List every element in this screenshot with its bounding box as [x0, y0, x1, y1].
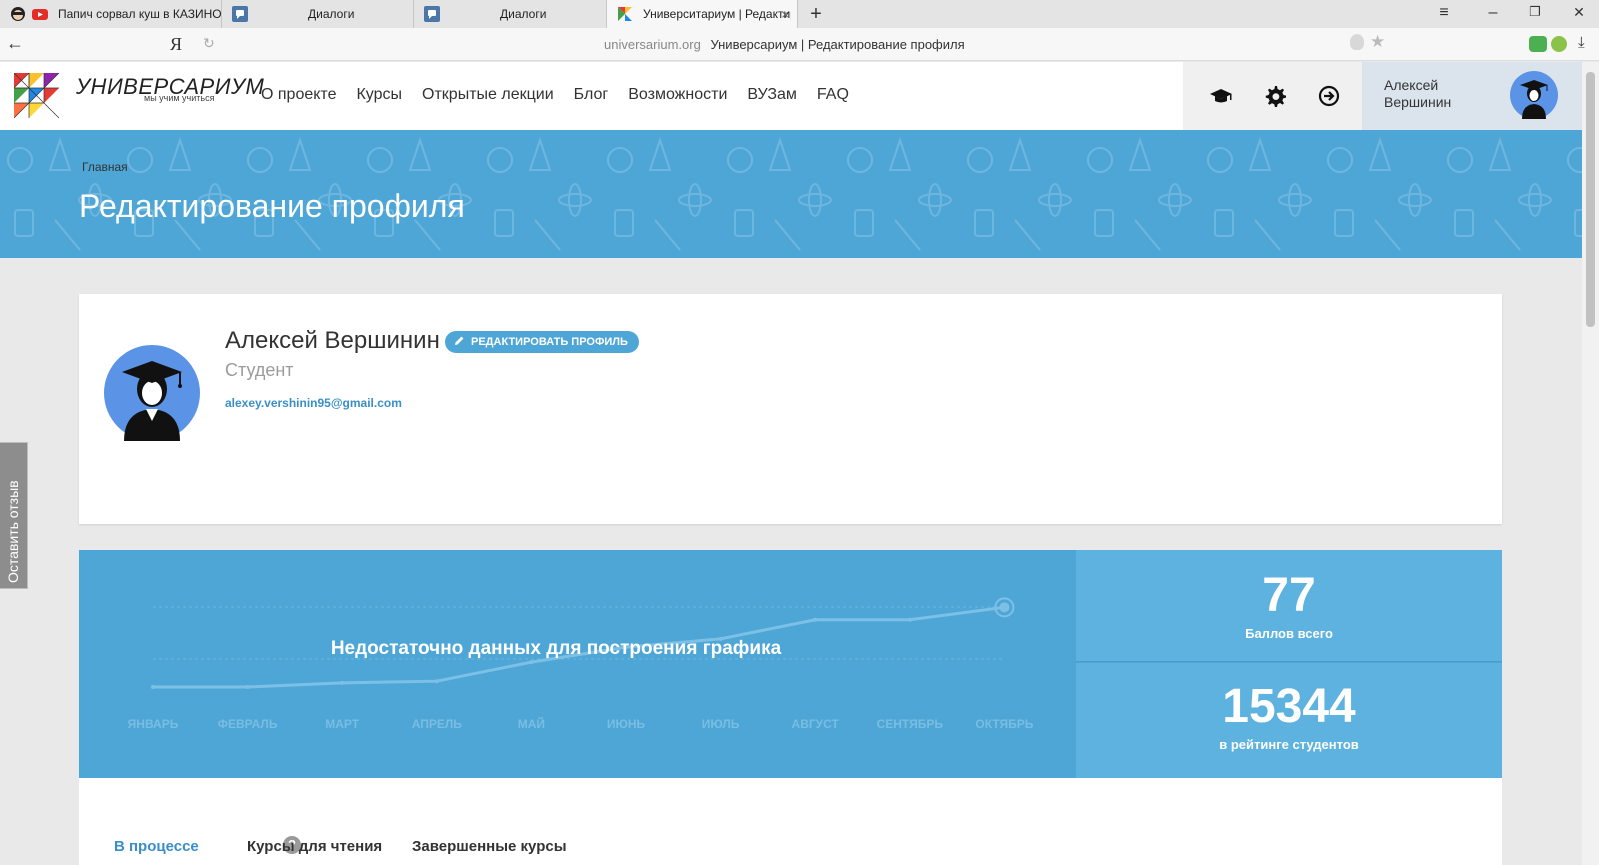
- chart-x-tick-label: АПРЕЛЬ: [412, 717, 463, 731]
- vk-dialogs-icon: [424, 6, 440, 22]
- menu-icon[interactable]: ≡: [1434, 4, 1454, 22]
- url-text: universarium.org Универсариум | Редактир…: [604, 37, 965, 52]
- download-icon[interactable]: ⤓: [1578, 34, 1585, 51]
- gear-icon[interactable]: [1263, 84, 1287, 108]
- logout-icon[interactable]: [1317, 84, 1341, 108]
- page-scrollbar[interactable]: [1582, 62, 1599, 865]
- avatar: [1510, 71, 1558, 119]
- site-header: УНИВЕРСАРИУМ мы учим учиться О проекте К…: [0, 62, 1582, 130]
- main-nav: О проекте Курсы Открытые лекции Блог Воз…: [261, 86, 849, 104]
- chart-x-tick-label: АВГУСТ: [792, 717, 840, 731]
- tab-title: Диалоги: [500, 7, 547, 21]
- nav-item-universities[interactable]: ВУЗам: [747, 86, 797, 104]
- chart-point: [245, 685, 250, 689]
- nav-item-features[interactable]: Возможности: [628, 86, 727, 104]
- close-tab-icon[interactable]: ×: [781, 7, 789, 22]
- shield-extension-icon[interactable]: [1529, 36, 1547, 52]
- tab-in-progress[interactable]: В процессе: [114, 838, 199, 855]
- chart-point-highlight: [999, 602, 1010, 613]
- nav-item-courses[interactable]: Курсы: [356, 86, 402, 104]
- scrollbar-thumb[interactable]: [1586, 72, 1595, 327]
- header-user-panel[interactable]: Алексей Вершинин: [1362, 62, 1582, 130]
- profile-email[interactable]: alexey.vershinin95@gmail.com: [225, 396, 402, 410]
- tab-title: Папич сорвал куш в КАЗИНО: [58, 7, 221, 21]
- chart-x-tick-label: ИЮНЬ: [607, 717, 646, 731]
- browser-tab-active[interactable]: Университариум | Редактирование профиля …: [606, 0, 798, 28]
- chart-x-tick-label: МАЙ: [518, 716, 545, 731]
- chart-x-tick-label: ФЕВРАЛЬ: [218, 717, 278, 731]
- rank-box: 15344 в рейтинге студентов: [1076, 663, 1502, 778]
- chart-point: [907, 617, 912, 622]
- url-field[interactable]: universarium.org Универсариум | Редактир…: [220, 32, 1395, 56]
- tab-title: Диалоги: [308, 7, 355, 21]
- chart-x-tick-label: ЯНВАРЬ: [128, 717, 179, 731]
- yandex-icon[interactable]: Я: [170, 34, 182, 55]
- points-box: 77 Баллов всего: [1076, 550, 1502, 662]
- header-user-name: Алексей Вершинин: [1384, 77, 1452, 110]
- chart-no-data-message: Недостаточно данных для построения графи…: [330, 638, 782, 659]
- chart-x-tick-label: СЕНТЯБРЬ: [877, 717, 944, 731]
- profile-card: Алексей Вершинин РЕДАКТИРОВАТЬ ПРОФИЛЬ С…: [79, 294, 1502, 524]
- restore-icon[interactable]: ❐: [1525, 4, 1545, 20]
- browser-tab[interactable]: Папич сорвал куш в КАЗИНО: [0, 0, 222, 28]
- rank-value: 15344: [1222, 680, 1356, 733]
- edit-profile-button[interactable]: РЕДАКТИРОВАТЬ ПРОФИЛЬ: [445, 331, 639, 353]
- tab-completed-courses[interactable]: Завершенные курсы: [412, 838, 567, 855]
- new-tab-button[interactable]: +: [806, 3, 826, 26]
- avatar: [104, 345, 200, 441]
- edit-profile-label: РЕДАКТИРОВАТЬ ПРОФИЛЬ: [471, 336, 628, 348]
- reload-icon[interactable]: ↻: [203, 35, 215, 52]
- nav-item-faq[interactable]: FAQ: [817, 86, 849, 104]
- logo-tagline: мы учим учиться: [144, 93, 215, 103]
- chart-point: [529, 660, 534, 665]
- chart-point: [340, 680, 345, 685]
- url-page-title: Универсариум | Редактирование профиля: [710, 37, 965, 52]
- nav-item-about[interactable]: О проекте: [261, 86, 336, 104]
- progress-chart: ЯНВАРЬ ФЕВРАЛЬ МАРТ АПРЕЛЬ МАЙ ИЮНЬ ИЮЛЬ АВГУСТ…: [79, 550, 1075, 778]
- youtube-icon: [32, 6, 48, 22]
- page-title: Редактирование профиля: [79, 188, 465, 224]
- pencil-icon: [454, 335, 465, 349]
- vk-dialogs-icon: [232, 6, 248, 22]
- chart-point: [813, 617, 818, 622]
- points-value: 77: [1262, 569, 1316, 622]
- bookmark-star-icon[interactable]: ★: [1370, 32, 1385, 52]
- feedback-label: Оставить отзыв: [5, 480, 21, 583]
- minimize-icon[interactable]: –: [1483, 4, 1503, 22]
- nav-item-open-lectures[interactable]: Открытые лекции: [422, 86, 554, 104]
- page-banner: Главная Редактирование профиля: [0, 130, 1582, 258]
- profile-name: Алексей Вершинин: [225, 327, 440, 354]
- chart-point: [151, 685, 155, 689]
- progress-chart-svg: ЯНВАРЬ ФЕВРАЛЬ МАРТ АПРЕЛЬ МАЙ ИЮНЬ ИЮЛЬ АВГУСТ…: [128, 597, 1034, 731]
- lightbulb-icon[interactable]: [1350, 34, 1364, 50]
- universarium-icon: [617, 6, 633, 22]
- browser-address-bar: ← Я ↻ universarium.org Универсариум | Ре…: [0, 28, 1599, 61]
- tab-reading-courses[interactable]: Курсы для чтения: [247, 838, 382, 855]
- browser-tab[interactable]: Диалоги: [222, 0, 414, 28]
- url-domain: universarium.org: [604, 37, 701, 52]
- header-icon-group: [1183, 62, 1362, 130]
- breadcrumb[interactable]: Главная: [82, 160, 128, 174]
- profile-role: Студент: [225, 360, 294, 380]
- avatar-icon: [10, 6, 26, 22]
- nav-item-blog[interactable]: Блог: [574, 86, 609, 104]
- extension-icon[interactable]: [1551, 36, 1567, 52]
- chart-x-tick-label: МАРТ: [325, 717, 360, 731]
- back-arrow-icon[interactable]: ←: [6, 33, 24, 54]
- courses-card: В процессе ? Курсы для чтения Завершенны…: [79, 778, 1502, 865]
- stats-block: ЯНВАРЬ ФЕВРАЛЬ МАРТ АПРЕЛЬ МАЙ ИЮНЬ ИЮЛЬ АВГУСТ…: [79, 550, 1502, 778]
- chart-x-tick-label: ИЮЛЬ: [702, 717, 740, 731]
- universarium-logo-icon[interactable]: [13, 72, 60, 124]
- points-label: Баллов всего: [1245, 626, 1333, 641]
- graduation-cap-icon[interactable]: [1209, 84, 1233, 108]
- close-window-icon[interactable]: ✕: [1569, 4, 1589, 21]
- chart-x-tick-label: ОКТЯБРЬ: [975, 717, 1033, 731]
- browser-tab-bar: Папич сорвал куш в КАЗИНО Диалоги Диалог…: [0, 0, 1599, 28]
- feedback-tab[interactable]: Оставить отзыв: [0, 442, 28, 589]
- rank-label: в рейтинге студентов: [1219, 737, 1359, 752]
- browser-tab[interactable]: Диалоги: [414, 0, 606, 28]
- chart-point: [434, 679, 439, 684]
- tab-title: Университариум | Редактирование профиля: [643, 7, 791, 21]
